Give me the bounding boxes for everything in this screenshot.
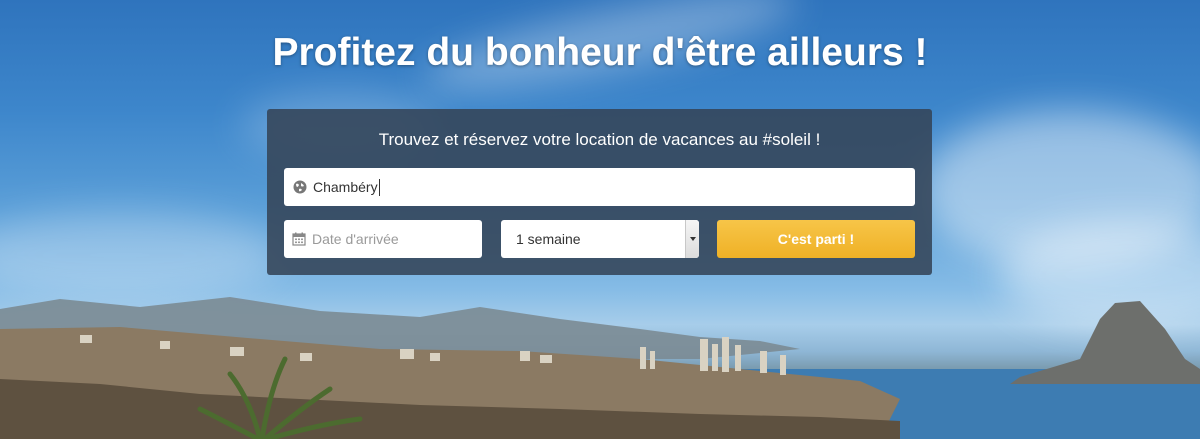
duration-select[interactable]: 1 semaine	[501, 220, 699, 258]
arrival-date-input[interactable]: Date d'arrivée	[284, 220, 482, 258]
globe-icon	[293, 180, 307, 194]
coastal-landscape	[0, 289, 1200, 439]
search-subtitle: Trouvez et réservez votre location de va…	[378, 130, 821, 149]
destination-value: Chambéry	[313, 179, 378, 195]
text-cursor	[378, 178, 380, 196]
duration-selected-value: 1 semaine	[516, 231, 581, 247]
calendar-icon	[292, 232, 306, 246]
destination-input[interactable]: Chambéry	[284, 168, 915, 206]
dropdown-arrow-icon[interactable]	[685, 220, 699, 258]
arrival-date-placeholder: Date d'arrivée	[312, 231, 399, 247]
cloud	[0, 210, 280, 300]
search-submit-button[interactable]: C'est parti !	[717, 220, 915, 258]
search-panel: Trouvez et réservez votre location de va…	[267, 109, 932, 275]
page-headline: Profitez du bonheur d'être ailleurs !	[272, 31, 928, 74]
